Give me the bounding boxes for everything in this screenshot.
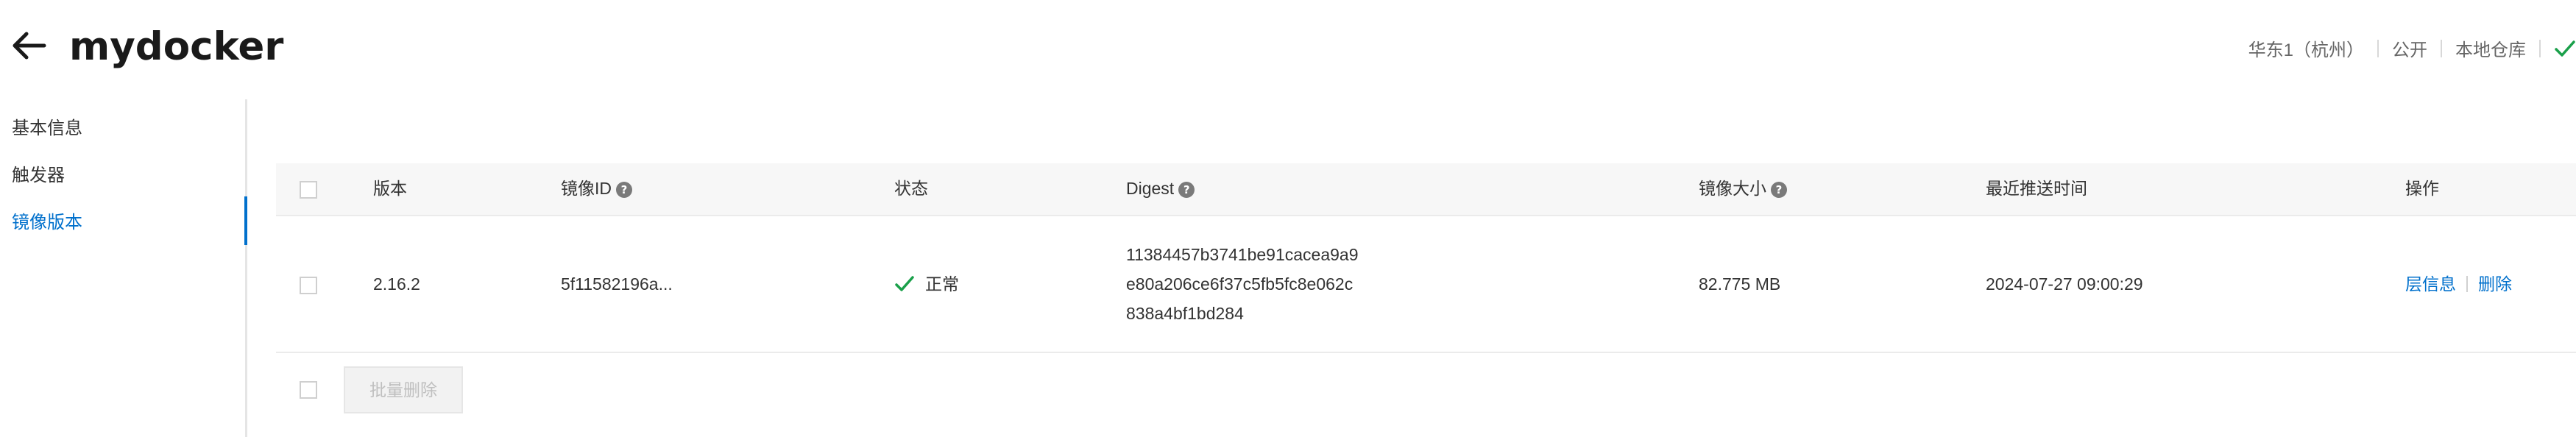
column-header-digest: Digest? [1126,178,1195,200]
status-cell: 正常 [894,274,959,296]
actions-cell: 层信息 删除 [2405,274,2512,296]
column-header-label: 镜像ID [561,179,612,198]
sidebar-item-triggers[interactable]: 触发器 [12,164,65,187]
sidebar-active-indicator [244,196,247,245]
arrow-left-icon[interactable] [10,31,47,60]
batch-delete-button[interactable]: 批量删除 [344,366,463,413]
repo-meta: 华东1（杭州） 公开 本地仓库 [2248,35,2576,61]
digest-cell: 11384457b3741be91cacea9a9 e80a206ce6f37c… [1126,240,1359,328]
page-title: mydocker [69,24,284,69]
question-circle-icon[interactable]: ? [616,182,632,198]
column-header-pushed-time: 最近推送时间 [1986,179,2087,198]
column-header-label: Digest [1126,179,1175,198]
region-label: 华东1（杭州） [2248,40,2364,60]
check-icon [2555,40,2575,57]
column-header-label: 镜像大小 [1699,179,1766,198]
column-header-size: 镜像大小? [1699,178,1787,200]
table-header: 版本 镜像ID? 状态 Digest? 镜像大小? 最近推送时间 操作 [276,163,2576,216]
digest-line: 838a4bf1bd284 [1126,304,1244,323]
column-header-version: 版本 [373,179,407,198]
column-header-image-id: 镜像ID? [561,178,632,200]
check-icon [895,276,914,291]
page-header: mydocker 华东1（杭州） 公开 本地仓库 [0,0,2576,99]
digest-line: 11384457b3741be91cacea9a9 [1126,245,1359,264]
delete-link[interactable]: 删除 [2478,274,2512,294]
column-header-actions: 操作 [2405,179,2439,198]
size-cell: 82.775 MB [1699,274,1781,294]
divider [2377,39,2379,57]
divider [2441,39,2442,57]
question-circle-icon[interactable]: ? [1771,182,1787,198]
question-circle-icon[interactable]: ? [1178,182,1195,198]
sidebar: 基本信息 触发器 镜像版本 [0,99,247,437]
version-cell: 2.16.2 [373,274,420,294]
pushed-time-cell: 2024-07-27 09:00:29 [1986,274,2143,294]
table-footer: 批量删除 [276,353,2576,437]
visibility-label: 公开 [2392,40,2427,60]
table-row: 2.16.2 5f11582196a... 正常 11384457b3741be… [276,216,2576,353]
divider [2466,276,2468,292]
sidebar-item-basic-info[interactable]: 基本信息 [12,117,82,140]
footer-select-all-checkbox[interactable] [300,381,317,399]
select-all-checkbox[interactable] [300,181,317,199]
layer-info-link[interactable]: 层信息 [2405,274,2456,294]
sidebar-item-image-versions[interactable]: 镜像版本 [12,211,82,234]
status-text: 正常 [925,274,959,294]
row-checkbox[interactable] [300,277,317,294]
image-id-cell: 5f11582196a... [561,274,673,294]
digest-line: e80a206ce6f37c5fb5fc8e062c [1126,274,1354,294]
repo-type-label: 本地仓库 [2455,40,2526,60]
divider [2539,39,2541,57]
column-header-status: 状态 [894,179,928,198]
